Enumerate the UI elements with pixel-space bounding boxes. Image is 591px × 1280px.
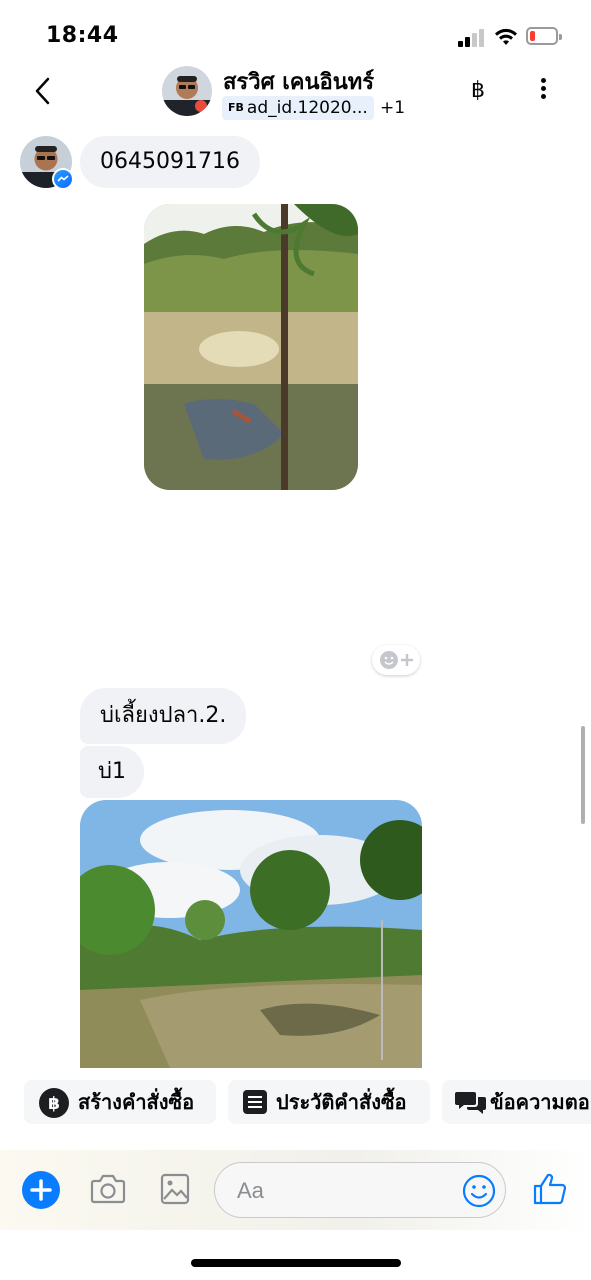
document-list-icon [243,1090,267,1114]
baht-circle-icon: ฿ [39,1088,69,1118]
saved-replies-label: ข้อความตอ [490,1090,590,1114]
messenger-icon [52,168,74,190]
status-time: 18:44 [46,23,119,48]
chat-bubbles-icon [455,1092,486,1114]
status-bar: 18:44 [0,0,591,60]
more-options-icon[interactable] [541,78,547,106]
camera-icon[interactable] [90,1172,126,1206]
baht-icon[interactable]: ฿ [471,78,485,103]
battery-icon [526,27,562,45]
plus-icon [30,1179,52,1201]
add-reaction-icon[interactable] [372,645,420,675]
message-photo-pond[interactable] [144,204,358,490]
create-order-label: สร้างคำสั่งซื้อ [78,1090,195,1114]
back-icon[interactable] [32,76,54,106]
wifi-icon [495,28,517,45]
quick-actions-bar: ฿ สร้างคำสั่งซื้อ ประวัติคำสั่งซื้อ ข้อค… [0,1078,591,1128]
chat-header: สรวิศ เคนอินทร์ FB ad_id.12020... +1 ฿ [0,60,591,128]
ad-tag[interactable]: FB ad_id.12020... [222,96,374,120]
contact-name: สรวิศ เคนอินทร์ [223,70,375,95]
thumbs-up-icon[interactable] [532,1172,568,1206]
message-photo-landscape[interactable] [80,800,422,1068]
order-history-label: ประวัติคำสั่งซื้อ [276,1090,407,1114]
create-order-button[interactable]: ฿ สร้างคำสั่งซื้อ [24,1080,216,1124]
ad-tag-label: ad_id.12020... [246,98,368,118]
scrollbar[interactable] [581,726,585,824]
message-phone-number[interactable]: 0645091716 [80,136,260,188]
saved-replies-button[interactable]: ข้อความตอ [442,1080,591,1124]
cellular-signal-icon [458,29,484,47]
message-input-container [214,1162,506,1218]
contact-avatar[interactable] [162,66,212,116]
more-tags-count[interactable]: +1 [380,96,405,120]
svg-text:฿: ฿ [48,1094,60,1114]
order-history-button[interactable]: ประวัติคำสั่งซื้อ [228,1080,430,1124]
emoji-icon[interactable] [462,1174,496,1208]
message-composer [0,1150,591,1230]
home-indicator [191,1259,401,1267]
image-icon[interactable] [160,1172,190,1206]
message-input[interactable] [235,1173,449,1209]
plus-button[interactable] [22,1171,60,1209]
message-fish-pond[interactable]: บ่เลี้ยงปลา.2. [80,688,247,744]
message-well[interactable]: บ่1 [80,746,144,798]
fb-source-label: FB [228,101,244,114]
